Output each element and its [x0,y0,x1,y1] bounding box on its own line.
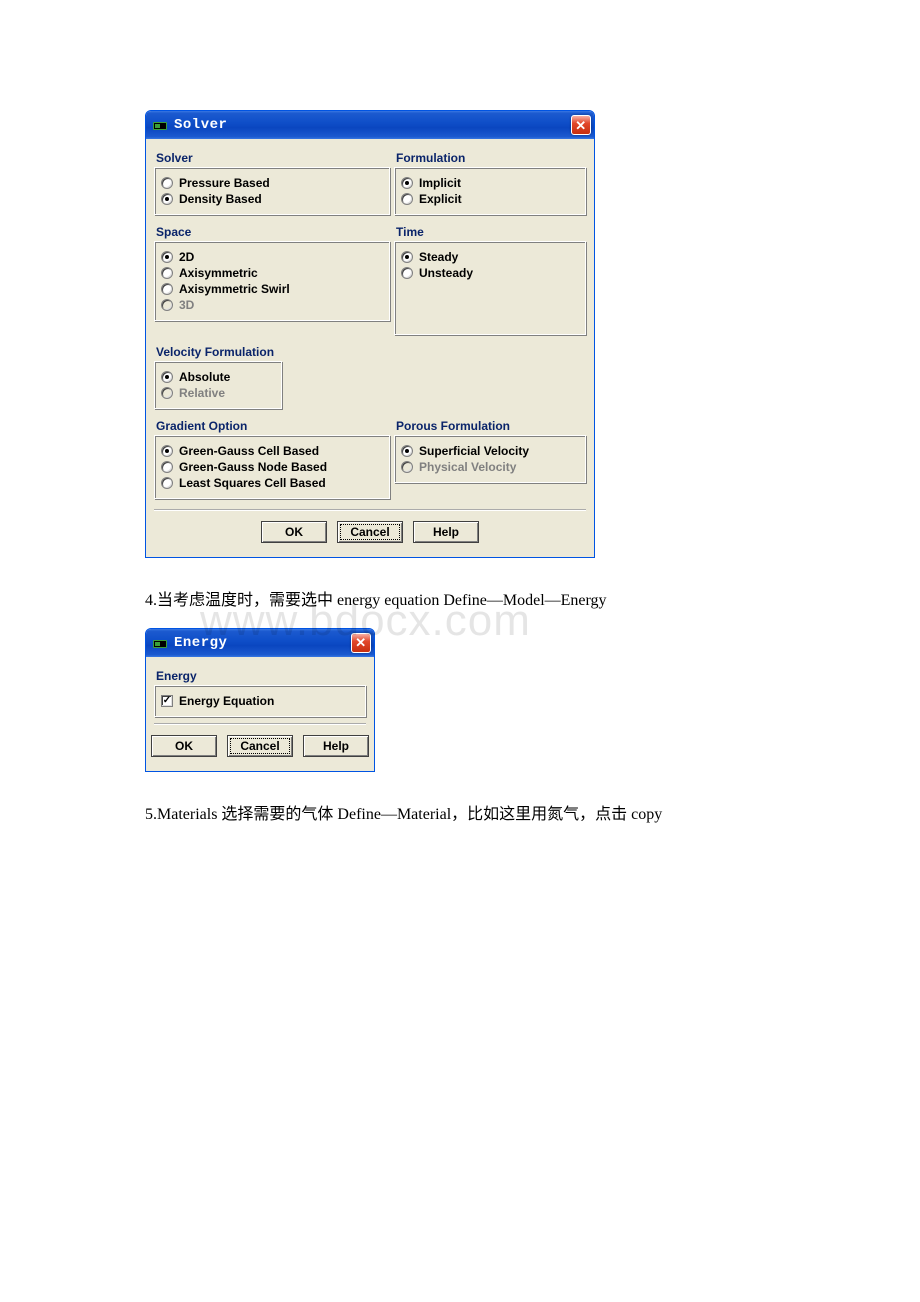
radio-label: 3D [179,298,194,312]
energy-group-label: Energy [154,669,366,683]
help-button[interactable]: Help [413,521,479,543]
close-icon[interactable]: ✕ [571,115,591,135]
energy-button-row: OK Cancel Help [154,723,366,761]
cancel-button[interactable]: Cancel [337,521,403,543]
ok-button[interactable]: OK [261,521,327,543]
formulation-group-label: Formulation [394,151,586,165]
radio-label: Physical Velocity [419,460,516,474]
solver-titlebar[interactable]: Solver ✕ [146,111,594,139]
radio-implicit[interactable]: Implicit [401,176,577,190]
solver-button-row: OK Cancel Help [154,509,586,547]
radio-label: Pressure Based [179,176,270,190]
solver-body: Solver Pressure Based Density Based Form… [146,139,594,557]
radio-axisymmetric-swirl[interactable]: Axisymmetric Swirl [161,282,381,296]
space-group-label: Space [154,225,394,239]
porous-group: Superficial Velocity Physical Velocity [394,435,586,483]
paragraph-5: 5.Materials 选择需要的气体 Define—Material，比如这里… [145,802,775,828]
checkbox-icon: ✓ [161,695,173,707]
radio-label: Green-Gauss Node Based [179,460,327,474]
radio-relative: Relative [161,386,273,400]
energy-dialog: Energy ✕ Energy ✓ Energy Equation OK Can… [145,628,375,772]
cancel-button[interactable]: Cancel [227,735,293,757]
radio-unsteady[interactable]: Unsteady [401,266,577,280]
radio-steady[interactable]: Steady [401,250,577,264]
close-icon[interactable]: ✕ [351,633,371,653]
radio-label: Superficial Velocity [419,444,529,458]
radio-gg-cell[interactable]: Green-Gauss Cell Based [161,444,381,458]
help-button[interactable]: Help [303,735,369,757]
radio-axisymmetric[interactable]: Axisymmetric [161,266,381,280]
time-group-label: Time [394,225,586,239]
radio-label: 2D [179,250,194,264]
radio-label: Axisymmetric [179,266,258,280]
energy-group: ✓ Energy Equation [154,685,366,717]
radio-label: Absolute [179,370,230,384]
energy-titlebar[interactable]: Energy ✕ [146,629,374,657]
radio-2d[interactable]: 2D [161,250,381,264]
paragraph-4: 4.当考虑温度时，需要选中 energy equation Define—Mod… [145,588,775,614]
solver-group: Pressure Based Density Based [154,167,390,215]
ok-button[interactable]: OK [151,735,217,757]
radio-physical: Physical Velocity [401,460,577,474]
radio-label: Relative [179,386,225,400]
radio-label: Implicit [419,176,461,190]
energy-title: Energy [174,635,351,651]
radio-pressure-based[interactable]: Pressure Based [161,176,381,190]
velocity-group: Absolute Relative [154,361,282,409]
porous-group-label: Porous Formulation [394,419,586,433]
energy-body: Energy ✓ Energy Equation OK Cancel Help [146,657,374,771]
radio-label: Green-Gauss Cell Based [179,444,319,458]
app-icon [152,117,168,133]
app-icon [152,635,168,651]
radio-label: Least Squares Cell Based [179,476,326,490]
radio-3d: 3D [161,298,381,312]
radio-label: Density Based [179,192,262,206]
time-group: Steady Unsteady [394,241,586,335]
radio-label: Explicit [419,192,462,206]
space-group: 2D Axisymmetric Axisymmetric Swirl 3D [154,241,390,321]
radio-gg-node[interactable]: Green-Gauss Node Based [161,460,381,474]
checkbox-label: Energy Equation [179,694,274,708]
radio-explicit[interactable]: Explicit [401,192,577,206]
solver-dialog: Solver ✕ Solver Pressure Based Density B… [145,110,595,558]
solver-title: Solver [174,117,571,133]
radio-label: Axisymmetric Swirl [179,282,290,296]
checkbox-energy-equation[interactable]: ✓ Energy Equation [161,694,357,708]
radio-lsq-cell[interactable]: Least Squares Cell Based [161,476,381,490]
velocity-group-label: Velocity Formulation [154,345,586,359]
radio-label: Unsteady [419,266,473,280]
solver-group-label: Solver [154,151,394,165]
radio-superficial[interactable]: Superficial Velocity [401,444,577,458]
radio-absolute[interactable]: Absolute [161,370,273,384]
gradient-group-label: Gradient Option [154,419,394,433]
formulation-group: Implicit Explicit [394,167,586,215]
radio-density-based[interactable]: Density Based [161,192,381,206]
radio-label: Steady [419,250,458,264]
gradient-group: Green-Gauss Cell Based Green-Gauss Node … [154,435,390,499]
